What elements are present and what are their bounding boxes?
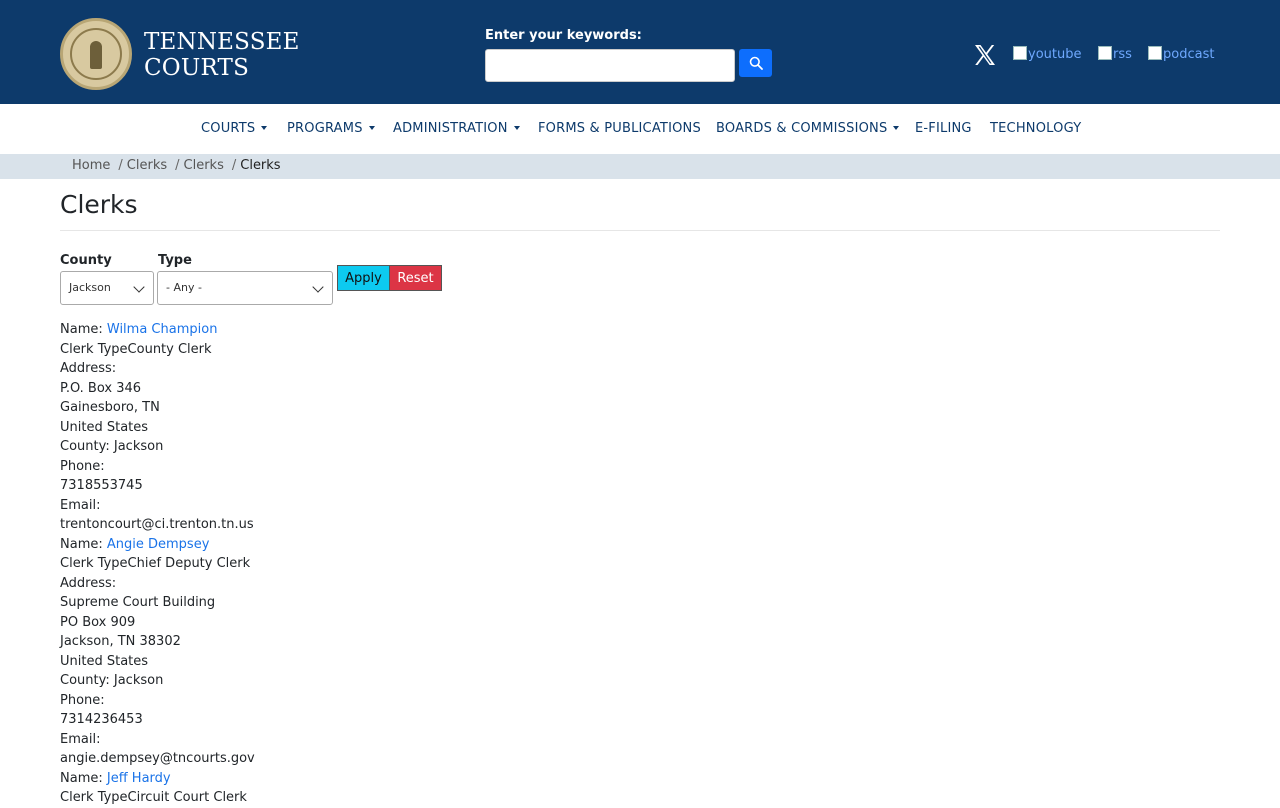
title-divider (60, 230, 1220, 231)
caret-down-icon (513, 126, 520, 130)
county-select[interactable]: Jackson (60, 271, 154, 305)
brand-line-2: COURTS (144, 55, 250, 81)
tennessee-judiciary-seal-logo[interactable] (60, 18, 132, 90)
main-nav: COURTS PROGRAMS ADMINISTRATION FORMS & P… (0, 104, 1280, 154)
site-header: TENNESSEE COURTS Enter your keywords: yo… (0, 0, 1280, 104)
county-value: County: Jackson (60, 673, 164, 688)
list-item-name: Name: Jeff Hardy (60, 770, 171, 786)
clerk-name-link[interactable]: Angie Dempsey (107, 537, 210, 552)
search-button[interactable] (739, 49, 772, 77)
caret-down-icon (368, 126, 375, 130)
youtube-icon[interactable]: youtube (1013, 46, 1081, 62)
clerk-results-list: Name: Wilma Champion Clerk TypeCounty Cl… (60, 320, 255, 808)
page-title: Clerks (60, 190, 138, 219)
phone-value: 7318553745 (60, 478, 143, 493)
list-item-name: Name: Wilma Champion (60, 322, 218, 337)
podcast-icon[interactable]: podcast (1148, 46, 1214, 62)
chevron-down-icon (133, 281, 145, 293)
search-label: Enter your keywords: (485, 28, 642, 43)
phone-label: Phone: (60, 692, 105, 708)
broken-image-icon (1098, 46, 1112, 60)
search-icon (749, 56, 763, 70)
breadcrumb-current: Clerks (240, 158, 281, 173)
address-line: P.O. Box 346 (60, 380, 142, 396)
email-label: Email: (60, 731, 101, 747)
breadcrumb: Home / Clerks / Clerks / Clerks (0, 154, 1280, 179)
address-line: Supreme Court Building (60, 595, 216, 610)
search-input[interactable] (485, 49, 735, 82)
phone-label: Phone: (60, 458, 105, 474)
breadcrumb-clerks-2[interactable]: Clerks (184, 158, 224, 173)
site-brand[interactable]: TENNESSEE COURTS (144, 29, 300, 81)
address-label: Address: (60, 575, 117, 591)
type-select[interactable]: - Any - (157, 271, 333, 305)
address-line: Gainesboro, TN (60, 400, 160, 415)
county-select-value: Jackson (69, 281, 111, 294)
reset-button[interactable]: Reset (389, 265, 442, 291)
address-line: Jackson, TN 38302 (60, 634, 181, 649)
clerk-name-link[interactable]: Jeff Hardy (107, 771, 171, 786)
clerk-name-link[interactable]: Wilma Champion (107, 322, 218, 337)
phone-value: 7314236453 (60, 712, 143, 727)
address-line: United States (60, 653, 149, 669)
nav-item-courts[interactable]: COURTS (201, 121, 268, 136)
chevron-down-icon (312, 281, 324, 293)
brand-line-1: TENNESSEE (144, 29, 300, 55)
nav-item-e-filing[interactable]: E-FILING (915, 121, 972, 136)
nav-item-programs[interactable]: PROGRAMS (287, 121, 375, 136)
type-filter-label: Type (158, 253, 192, 268)
broken-image-icon (1013, 46, 1027, 60)
nav-item-boards-commissions[interactable]: BOARDS & COMMISSIONS (716, 121, 900, 136)
address-label: Address: (60, 361, 117, 376)
county-filter-label: County (60, 253, 112, 268)
rss-icon[interactable]: rss (1098, 46, 1132, 62)
clerk-type: Clerk TypeChief Deputy Clerk (60, 556, 251, 571)
nav-item-administration[interactable]: ADMINISTRATION (393, 121, 520, 136)
address-line: United States (60, 419, 149, 435)
breadcrumb-home[interactable]: Home (72, 158, 110, 173)
nav-item-forms-publications[interactable]: FORMS & PUBLICATIONS (538, 121, 701, 136)
email-value: trentoncourt@ci.trenton.tn.us (60, 517, 254, 532)
caret-down-icon (261, 126, 268, 130)
clerk-type: Clerk TypeCircuit Court Clerk (60, 790, 247, 805)
clerk-type: Clerk TypeCounty Clerk (60, 341, 212, 357)
list-item-name: Name: Angie Dempsey (60, 536, 210, 552)
email-label: Email: (60, 497, 101, 513)
broken-image-icon (1148, 46, 1162, 60)
caret-down-icon (893, 126, 900, 130)
apply-button[interactable]: Apply (337, 265, 390, 291)
breadcrumb-clerks-1[interactable]: Clerks (127, 158, 167, 173)
nav-item-technology[interactable]: TECHNOLOGY (990, 121, 1081, 136)
email-value: angie.dempsey@tncourts.gov (60, 751, 255, 766)
address-line: PO Box 909 (60, 614, 136, 630)
county-value: County: Jackson (60, 439, 164, 454)
type-select-value: - Any - (166, 281, 202, 294)
x-twitter-icon[interactable] (973, 43, 997, 67)
